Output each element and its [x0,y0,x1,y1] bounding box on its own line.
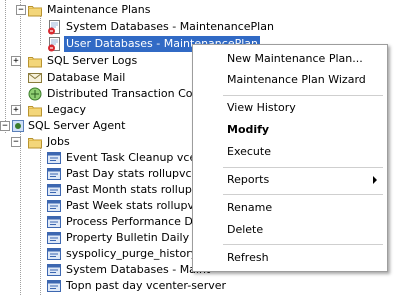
database-mail-icon [28,73,42,83]
menu-item-label: Maintenance Plan Wizard [227,73,366,86]
tree-line [20,125,21,295]
job-icon [47,264,61,276]
menu-item-label: Modify [227,123,270,136]
maintenance-plan-icon [47,36,61,52]
menu-separator [223,167,383,168]
tree-label: Database Mail [47,71,126,84]
tree-line [40,146,41,295]
tree-label: SQL Server Agent [28,119,126,132]
tree-label: syspolicy_purge_history [66,247,198,260]
collapse-icon[interactable]: − [16,5,26,15]
tree-label: System Databases - MaintenancePlan [66,20,274,33]
job-icon [47,152,61,164]
menu-item-label: View History [227,101,296,114]
sql-agent-icon [12,120,24,132]
context-menu: New Maintenance Plan... Maintenance Plan… [192,44,388,272]
menu-item-refresh[interactable]: Refresh [193,248,387,268]
menu-separator [223,194,383,195]
menu-item-label: New Maintenance Plan... [227,52,363,65]
menu-item-execute[interactable]: Execute [193,142,387,162]
folder-icon [28,6,42,17]
folder-icon [28,138,42,149]
tree-line [40,15,41,45]
menu-item-label: Refresh [227,251,269,264]
menu-item-view-history[interactable]: View History [193,98,387,118]
tree-label: Topn past day vcenter-server [66,279,227,292]
tree-label: Past Month stats rollupvce [66,183,212,196]
job-icon [47,200,61,212]
job-icon [47,232,61,244]
tree-label: Process Performance Data [66,215,211,228]
tree-line [5,0,6,133]
menu-item-modify[interactable]: Modify [193,120,387,140]
collapse-icon[interactable]: − [0,121,10,131]
menu-item-label: Rename [227,201,273,214]
tree-line [20,0,21,107]
folder-icon [28,106,42,117]
expand-icon[interactable]: + [11,56,21,66]
menu-separator [223,244,383,245]
job-icon [47,184,61,196]
tree-label: Distributed Transaction Coord [47,87,211,100]
menu-item-delete[interactable]: Delete [193,220,387,240]
distributed-transaction-icon [28,87,42,101]
menu-item-label: Execute [227,145,271,158]
job-icon [47,280,61,292]
job-icon [47,248,61,260]
tree-label: Legacy [47,103,86,116]
menu-item-new-plan[interactable]: New Maintenance Plan... [193,49,387,69]
menu-item-rename[interactable]: Rename [193,198,387,218]
submenu-arrow-icon [373,176,377,184]
tree-label: Past Week stats rollupvce [66,199,207,212]
tree-label: Past Day stats rollupvcent [66,167,210,180]
menu-item-label: Reports [227,173,270,186]
job-icon [47,168,61,180]
tree-label: Maintenance Plans [47,3,151,16]
job-icon [47,216,61,228]
menu-item-label: Delete [227,223,264,236]
menu-separator [223,95,383,96]
collapse-icon[interactable]: − [11,137,21,147]
tree-label: Jobs [47,135,70,148]
menu-item-reports[interactable]: Reports [193,170,387,190]
expand-icon[interactable]: + [11,105,21,115]
tree-label: Event Task Cleanup vcent [66,151,208,164]
tree-label: System Databases - Maint [66,263,211,276]
menu-item-wizard[interactable]: Maintenance Plan Wizard [193,70,387,90]
maintenance-plan-icon [47,19,61,35]
tree-label: SQL Server Logs [47,54,138,67]
folder-icon [28,57,42,68]
